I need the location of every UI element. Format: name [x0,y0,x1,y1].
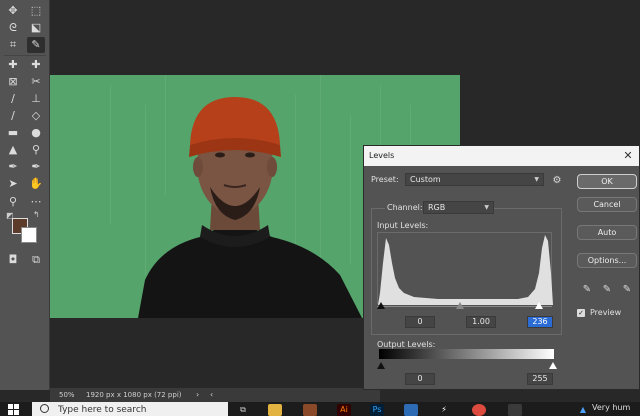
channel-dropdown[interactable]: RGB ▼ [423,201,494,214]
photoshop-window: ✥ ⬚ ᘓ ⬕ ⌗ ✎ ✚ ✚ ⊠ ✂ ∕ ⊥ ∕ ◇ ▬ ● ▲ ⚲ ✒ ✒ … [0,0,640,416]
windows-start-icon[interactable] [8,404,19,415]
histogram [377,232,553,305]
swap-colors-icon[interactable]: ↰ [33,210,40,219]
document-info: 1920 px x 1080 px (72 ppi) [86,391,182,399]
pen-tool-icon[interactable]: ✒ [4,159,22,175]
quick-mask-icon[interactable]: ◘ [4,252,22,268]
white-point-eyedropper-icon[interactable]: ✎ [622,284,632,296]
dialog-title: Levels [364,146,639,166]
preset-label: Preset: [371,175,399,184]
preset-dropdown[interactable]: Custom ▼ [405,173,544,186]
cancel-button[interactable]: Cancel [577,197,637,212]
output-levels-label: Output Levels: [377,340,436,349]
content-aware-move-icon[interactable]: ✂ [27,74,45,90]
input-black-field[interactable]: 0 [405,316,435,328]
ok-button[interactable]: OK [577,174,637,189]
screen-mode-icon[interactable]: ⧉ [27,252,45,268]
close-icon[interactable]: ✕ [621,146,635,166]
status-scroll-left-icon[interactable]: ‹ [210,388,213,402]
tools-panel: ✥ ⬚ ᘓ ⬕ ⌗ ✎ ✚ ✚ ⊠ ✂ ∕ ⊥ ∕ ◇ ▬ ● ▲ ⚲ ✒ ✒ … [0,0,50,390]
history-brush-tool-icon[interactable]: ∕ [4,108,22,124]
zoom-level[interactable]: 50% [59,388,75,402]
background-color-swatch[interactable] [21,227,37,243]
preset-options-gear-icon[interactable]: ⚙ [548,173,566,189]
illustrator-icon[interactable]: Ai [337,404,351,416]
frame-tool-icon[interactable]: ⊠ [4,74,22,90]
weather-icon[interactable]: ▲ [576,404,590,416]
output-white-field[interactable]: 255 [527,373,553,385]
lasso-tool-icon[interactable]: ᘓ [4,20,22,36]
auto-button[interactable]: Auto [577,225,637,240]
move-tool-icon[interactable]: ✥ [4,3,22,19]
histogram-graph [378,235,553,305]
channel-label: Channel: [385,203,425,212]
photoshop-icon[interactable]: Ps [370,404,384,416]
preset-value: Custom [410,175,441,184]
app-icon-3[interactable]: ⚡ [437,404,451,416]
output-white-slider[interactable] [549,362,557,369]
blur-tool-icon[interactable]: ● [27,125,45,141]
chevron-down-icon: ▼ [534,176,539,183]
object-select-tool-icon[interactable]: ⬕ [27,20,45,36]
freeform-pen-icon[interactable]: ✒ [27,159,45,175]
preview-checkbox[interactable]: ✓ [577,309,585,317]
zoom-tool-icon[interactable]: ⚲ [4,194,22,210]
clone-stamp-tool-icon[interactable]: ⊥ [27,91,45,107]
tray-weather-text[interactable]: Very hum [592,403,630,412]
input-gamma-slider[interactable] [456,302,464,309]
search-icon [40,404,49,413]
windows-taskbar: Type here to search ⧉ Ai Ps ⚡ ▲ Very hum [0,402,640,416]
spot-healing-tool-icon[interactable]: ✚ [4,57,22,73]
chrome-icon[interactable] [472,404,486,416]
output-black-slider[interactable] [377,362,385,369]
app-icon[interactable] [303,404,317,416]
app-icon-4[interactable] [508,404,522,416]
input-white-slider[interactable] [535,302,543,309]
status-bar: 50% 1920 px x 1080 px (72 ppi) › ‹ [50,388,380,402]
options-button[interactable]: Options... [577,253,637,268]
eraser-tool-icon[interactable]: ◇ [27,108,45,124]
task-view-icon[interactable]: ⧉ [236,404,250,416]
dodge-tool-icon[interactable]: ⚲ [27,142,45,158]
file-explorer-icon[interactable] [268,404,282,416]
marquee-tool-icon[interactable]: ⬚ [27,3,45,19]
path-select-tool-icon[interactable]: ➤ [4,176,22,192]
levels-dialog: Levels ✕ Preset: Custom ▼ ⚙ OK Cancel Au… [363,145,640,390]
status-arrow-icon[interactable]: › [196,388,199,402]
input-levels-label: Input Levels: [377,221,429,230]
app-icon-2[interactable] [404,404,418,416]
more-tools-icon[interactable]: ⋯ [27,194,45,210]
taskbar-search-box[interactable]: Type here to search [32,402,228,416]
gradient-tool-icon[interactable]: ▬ [4,125,22,141]
sharpen-tool-icon[interactable]: ▲ [4,142,22,158]
input-slider-track [377,306,552,307]
hand-tool-icon[interactable]: ✋ [27,176,45,192]
patch-tool-icon[interactable]: ✚ [27,57,45,73]
chevron-down-icon: ▼ [484,204,489,211]
search-placeholder: Type here to search [58,405,147,415]
input-black-slider[interactable] [377,302,385,309]
channel-value: RGB [428,203,446,212]
preview-label: Preview [590,308,622,317]
input-white-field[interactable]: 236 [527,316,553,328]
crop-tool-icon[interactable]: ⌗ [4,37,22,53]
brush-tool-icon[interactable]: ∕ [4,91,22,107]
black-point-eyedropper-icon[interactable]: ✎ [582,284,592,296]
eyedropper-tool-icon[interactable]: ✎ [27,37,45,53]
gray-point-eyedropper-icon[interactable]: ✎ [602,284,612,296]
output-gradient [379,349,554,359]
input-gamma-field[interactable]: 1.00 [466,316,496,328]
output-black-field[interactable]: 0 [405,373,435,385]
